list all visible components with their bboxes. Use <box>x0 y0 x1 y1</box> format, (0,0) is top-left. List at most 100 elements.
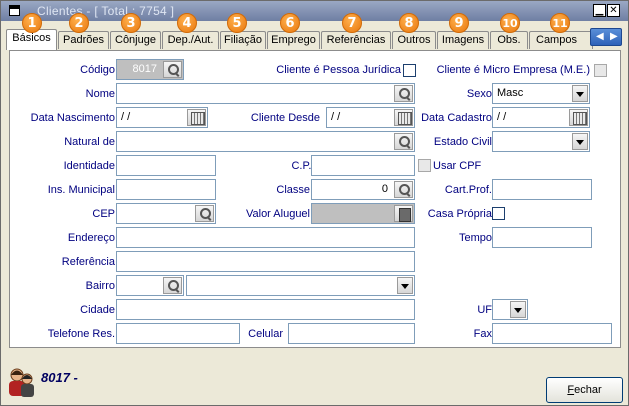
tab-scroll-left-icon[interactable]: ◀ <box>596 31 604 42</box>
pessoa-juridica-checkbox[interactable] <box>403 64 416 77</box>
data-cadastro-field[interactable]: / / <box>492 107 590 128</box>
search-icon[interactable] <box>394 181 413 198</box>
tab-badge: 7 <box>342 13 362 33</box>
referencia-label: Referência <box>61 256 115 268</box>
casa-propria-checkbox[interactable] <box>492 207 505 220</box>
fax-label: Fax <box>473 328 492 340</box>
cep-label: CEP <box>92 208 115 220</box>
tab-dep-aut[interactable]: Dep./Aut. <box>162 31 219 49</box>
data-cadastro-label: Data Cadastro <box>421 112 492 124</box>
nome-field[interactable] <box>116 83 415 104</box>
usar-cpf-label: Usar CPF <box>433 160 482 172</box>
minimize-button[interactable]: ▁ <box>593 4 606 17</box>
ins-municipal-field[interactable] <box>116 179 216 200</box>
celular-label: Celular <box>248 328 283 340</box>
search-icon[interactable] <box>394 133 413 150</box>
classe-label: Classe <box>276 184 310 196</box>
cliente-desde-value: / / <box>331 111 341 123</box>
tab-referencias[interactable]: Referências <box>321 31 391 49</box>
tab-badge: 2 <box>69 13 89 33</box>
cidade-label: Cidade <box>80 304 115 316</box>
tab-label: Outros <box>397 34 431 46</box>
bairro-select[interactable] <box>186 275 415 296</box>
usar-cpf-checkbox[interactable] <box>418 159 431 172</box>
cidade-field[interactable] <box>116 299 415 320</box>
tab-emprego[interactable]: Emprego <box>267 31 320 49</box>
chevron-down-icon[interactable] <box>572 85 588 102</box>
tab-filiacao[interactable]: Filiação <box>220 31 266 49</box>
bairro-code-field[interactable] <box>116 275 184 296</box>
endereco-field[interactable] <box>116 227 415 248</box>
classe-field[interactable]: 0 <box>311 179 415 200</box>
uf-select[interactable] <box>492 299 528 320</box>
calendar-icon[interactable] <box>569 109 588 126</box>
tab-badge: 11 <box>550 13 570 33</box>
tab-badge: 3 <box>121 13 141 33</box>
natural-field[interactable] <box>116 131 415 152</box>
tab-outros[interactable]: Outros <box>392 31 436 49</box>
tab-conjuge[interactable]: Cônjuge <box>110 31 161 49</box>
fechar-button[interactable]: Fechar <box>546 377 623 403</box>
nome-label: Nome <box>85 88 115 100</box>
search-icon[interactable] <box>195 205 214 222</box>
cart-prof-label: Cart.Prof. <box>444 184 492 196</box>
window-icon <box>9 5 20 16</box>
estado-civil-select[interactable] <box>492 131 590 152</box>
data-nascimento-field[interactable]: / / <box>116 107 208 128</box>
data-cadastro-value: / / <box>497 111 507 123</box>
users-icon <box>6 366 36 398</box>
tab-scroll-buttons: ◀ ▶ <box>590 28 622 46</box>
window-title: Clientes - [ Total : 7754 ] <box>37 4 175 18</box>
micro-empresa-checkbox[interactable] <box>594 64 607 77</box>
calendar-icon[interactable] <box>187 109 206 126</box>
cep-field[interactable] <box>116 203 216 224</box>
calculator-icon[interactable] <box>394 205 413 222</box>
cpf-field[interactable] <box>311 155 415 176</box>
title-bar[interactable]: Clientes - [ Total : 7754 ] ▁ ✕ <box>1 1 628 21</box>
tab-imagens[interactable]: Imagens <box>437 31 489 49</box>
chevron-down-icon[interactable] <box>572 133 588 150</box>
tab-padroes[interactable]: Padrões <box>58 31 109 49</box>
search-icon[interactable] <box>163 277 182 294</box>
tab-label: Campos do <box>536 34 577 46</box>
celular-field[interactable] <box>288 323 415 344</box>
tab-label: Filiação <box>224 34 262 46</box>
tab-label: Referências <box>326 34 386 46</box>
search-icon[interactable] <box>394 85 413 102</box>
micro-empresa-label: Cliente é Micro Empresa (M.E.) <box>436 64 590 76</box>
valor-aluguel-field[interactable] <box>311 203 415 224</box>
cliente-desde-field[interactable]: / / <box>326 107 415 128</box>
tab-label: Emprego <box>271 34 316 46</box>
tab-label: Padrões <box>63 34 104 46</box>
codigo-label: Código <box>80 64 115 76</box>
identidade-field[interactable] <box>116 155 216 176</box>
calendar-icon[interactable] <box>394 109 413 126</box>
chevron-down-icon[interactable] <box>510 301 526 318</box>
close-window-button[interactable]: ✕ <box>607 4 620 17</box>
tempo-field[interactable] <box>492 227 592 248</box>
tab-badge: 8 <box>399 13 419 33</box>
tab-label: Básicos <box>12 32 51 44</box>
bairro-label: Bairro <box>85 280 115 292</box>
tab-badge: 5 <box>227 13 247 33</box>
codigo-field[interactable]: 8017 <box>116 59 184 80</box>
tab-strip: Básicos Padrões Cônjuge Dep./Aut. Filiaç… <box>5 29 625 50</box>
tab-badge: 9 <box>449 13 469 33</box>
endereco-label: Endereço <box>67 232 115 244</box>
telefone-field[interactable] <box>116 323 240 344</box>
tab-label: Dep./Aut. <box>167 34 214 46</box>
fax-field[interactable] <box>492 323 612 344</box>
codigo-value: 8017 <box>132 63 157 75</box>
sexo-value: Masc <box>497 87 524 99</box>
search-icon[interactable] <box>163 61 182 78</box>
tab-badge: 6 <box>280 13 300 33</box>
sexo-select[interactable]: Masc <box>492 83 590 104</box>
tab-scroll-right-icon[interactable]: ▶ <box>610 31 618 42</box>
referencia-field[interactable] <box>116 251 415 272</box>
footer-bar: 8017 - Fechar <box>1 353 628 405</box>
data-nascimento-value: / / <box>121 111 131 123</box>
fechar-label: echar <box>574 384 602 396</box>
chevron-down-icon[interactable] <box>397 277 413 294</box>
sexo-label: Sexo <box>466 88 492 100</box>
cart-prof-field[interactable] <box>492 179 592 200</box>
